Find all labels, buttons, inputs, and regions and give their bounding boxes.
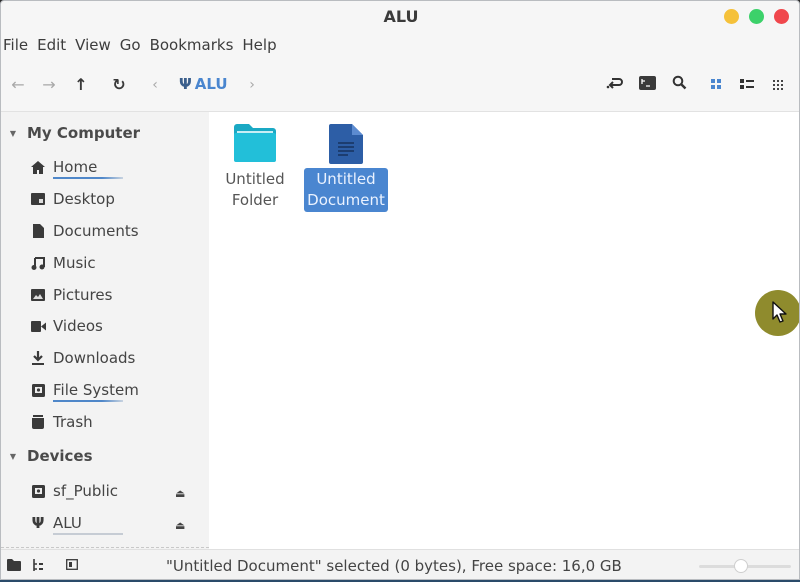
sidebar-item-trash[interactable]: Trash [29,409,199,435]
file-view[interactable]: Untitled Folder Untitled Document [209,112,799,549]
folder-icon [234,124,276,162]
menu-go[interactable]: Go [116,34,141,58]
sidebar-item-music[interactable]: Music [29,250,199,276]
usage-bar [53,177,123,179]
sidebar-item-label: Home [53,158,98,176]
icon-view-icon [711,79,721,89]
sidebar-item-label: Desktop [53,190,115,208]
usb-icon: Ψ [31,514,45,532]
zoom-slider-handle[interactable] [734,559,748,573]
document-icon [329,124,363,164]
usage-bar [53,400,123,402]
sidebar-item-videos[interactable]: Videos [29,313,199,339]
file-item-document[interactable]: Untitled Document [300,124,392,212]
sidebar-item-desktop[interactable]: Desktop [29,186,199,212]
sidebar-item-label: sf_Public [53,482,118,500]
menu-help[interactable]: Help [238,34,276,58]
section-devices[interactable]: ▼ Devices [1,444,93,468]
minimize-button[interactable] [724,9,739,24]
zoom-slider[interactable] [699,559,791,573]
menu-file[interactable]: File [1,34,28,58]
drive-icon [29,483,47,499]
usb-icon: Ψ [179,75,192,93]
window-title: ALU [383,7,419,26]
compact-view-button[interactable] [770,75,786,95]
sidebar-item-label: Videos [53,317,103,335]
sidebar-toggle-icon [66,559,78,570]
back-button[interactable]: ← [9,75,27,95]
menu-bookmarks[interactable]: Bookmarks [146,34,234,58]
sidebar-divider [1,547,209,548]
close-button[interactable] [774,9,789,24]
videos-icon [29,318,47,334]
toggle-location-icon [606,78,623,89]
forward-button[interactable]: → [40,75,58,95]
sidebar-item-label: Music [53,254,96,272]
reload-button[interactable]: ↻ [109,75,129,95]
maximize-button[interactable] [749,9,764,24]
toggle-location-button[interactable] [605,75,625,95]
sidebar-item-label: Downloads [53,349,136,367]
breadcrumb-next-button[interactable]: › [246,75,258,95]
sidebar-item-label: ALU [53,514,82,532]
search-icon [672,75,686,90]
music-icon [29,255,47,271]
show-treeview-button[interactable] [32,559,44,574]
drive-icon [29,382,47,398]
file-name: Untitled Document [304,168,388,212]
documents-icon [29,223,47,239]
status-bar: "Untitled Document" selected (0 bytes), … [1,549,799,579]
terminal-button[interactable] [637,75,657,95]
usage-bar [53,533,123,535]
sidebar-item-alu[interactable]: Ψ ALU [29,510,199,536]
menu-bar: File Edit View Go Bookmarks Help [1,34,282,58]
section-label: Devices [27,447,93,465]
breadcrumb-prev-button[interactable]: ‹ [149,75,161,95]
list-view-button[interactable] [738,75,756,95]
file-name: Untitled Folder [225,170,285,209]
hide-sidebar-button[interactable] [66,559,78,573]
eject-icon[interactable]: ⏏ [175,487,185,500]
breadcrumb-alu[interactable]: Ψ ALU [179,75,228,93]
sidebar-item-documents[interactable]: Documents [29,218,199,244]
file-item-folder[interactable]: Untitled Folder [209,124,301,212]
sidebar: ▼ My Computer Home Desktop Documents Mus… [1,112,209,549]
file-manager-window: ALU File Edit View Go Bookmarks Help ← →… [0,0,800,580]
sidebar-item-downloads[interactable]: Downloads [29,345,199,371]
compact-view-icon [773,80,783,90]
status-text: "Untitled Document" selected (0 bytes), … [166,557,622,575]
sidebar-item-pictures[interactable]: Pictures [29,282,199,308]
icon-view-button[interactable] [707,75,725,95]
home-icon [29,159,47,175]
sidebar-item-home[interactable]: Home [29,154,199,180]
eject-icon[interactable]: ⏏ [175,519,185,532]
folder-icon [7,559,21,571]
sidebar-item-label: Trash [53,413,93,431]
sidebar-item-label: Pictures [53,286,113,304]
search-button[interactable] [669,75,689,95]
sidebar-item-sf-public[interactable]: sf_Public [29,478,199,504]
trash-icon [29,414,47,430]
section-label: My Computer [27,124,141,142]
sidebar-item-file-system[interactable]: File System [29,377,199,403]
tree-view-icon [33,559,43,571]
mouse-pointer-icon [772,301,787,323]
terminal-icon [638,76,656,90]
sidebar-item-label: File System [53,381,139,399]
breadcrumb-label: ALU [194,75,228,93]
title-bar[interactable]: ALU [1,1,799,33]
collapse-arrow-icon[interactable]: ▼ [2,452,24,461]
menu-view[interactable]: View [71,34,111,58]
downloads-icon [29,350,47,366]
section-my-computer[interactable]: ▼ My Computer [1,121,140,145]
menu-edit[interactable]: Edit [33,34,66,58]
list-view-icon [740,79,754,89]
show-places-button[interactable] [7,559,21,574]
desktop-icon [29,191,47,207]
toolbar: ← → ↑ ↻ ‹ › [1,67,799,103]
pictures-icon [29,287,47,303]
sidebar-item-label: Documents [53,222,139,240]
up-button[interactable]: ↑ [72,75,90,95]
collapse-arrow-icon[interactable]: ▼ [2,129,24,138]
